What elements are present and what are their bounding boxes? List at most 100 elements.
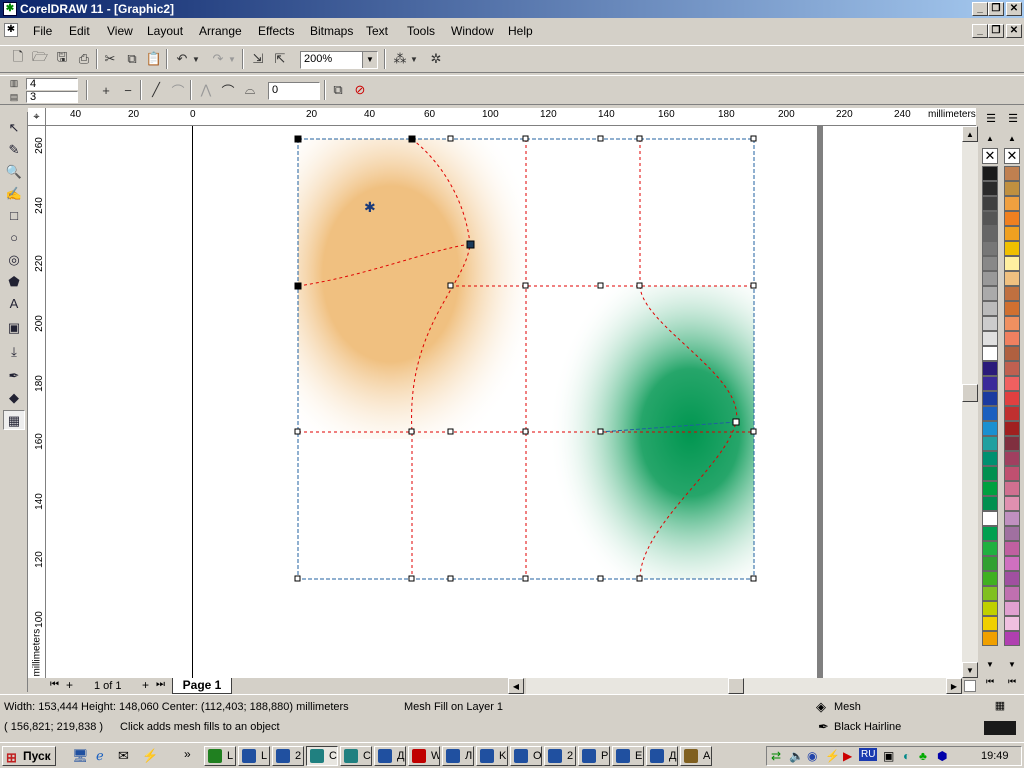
zoom-dropdown-icon[interactable]: ▼ [362,52,377,68]
scroll-left-icon[interactable]: ◀ [508,678,524,694]
menu-tools[interactable]: Tools [407,24,435,38]
color-swatch[interactable] [982,166,998,181]
color-swatch[interactable] [982,541,998,556]
zoom-select[interactable]: 200% ▼ [300,51,378,69]
color-swatch[interactable] [982,226,998,241]
color-swatch[interactable] [982,196,998,211]
freehand-tool-icon[interactable]: ✍ [3,184,25,204]
color-swatch[interactable] [982,466,998,481]
document-icon[interactable]: ✱ [4,23,18,37]
color-swatch[interactable] [1004,406,1020,421]
color-swatch[interactable] [1004,256,1020,271]
to-line-icon[interactable]: ╱ [146,80,166,100]
color-swatch[interactable] [1004,361,1020,376]
mesh-fill-swatch-icon[interactable]: ▦ [984,699,1016,715]
paste-icon[interactable]: 📋 [144,49,164,69]
maximize-button[interactable]: ❐ [988,2,1004,16]
color-swatch[interactable] [1004,166,1020,181]
palette-expand-icon[interactable]: ⏮ [1004,676,1020,688]
color-swatch[interactable] [982,556,998,571]
menu-view[interactable]: View [107,24,133,38]
minimize-button[interactable]: _ [972,2,988,16]
menu-layout[interactable]: Layout [147,24,183,38]
color-swatch[interactable] [1004,211,1020,226]
color-swatch[interactable] [982,361,998,376]
tray-icon[interactable]: ⚡ [825,749,840,763]
vertical-scrollbar[interactable]: ▲ ▼ [962,126,978,678]
curve-smoothness-input[interactable]: 0 [268,82,320,100]
color-swatch[interactable] [982,391,998,406]
color-swatch[interactable] [1004,316,1020,331]
add-page-before-icon[interactable]: + [66,678,73,692]
h-scroll-thumb[interactable] [728,678,744,694]
menu-window[interactable]: Window [451,24,494,38]
start-button[interactable]: ⊞ Пуск [2,746,56,766]
color-swatch[interactable] [982,631,998,646]
cut-icon[interactable]: ✂ [100,49,120,69]
menu-effects[interactable]: Effects [258,24,294,38]
tray-icon[interactable]: ▣ [883,749,894,763]
color-swatch[interactable] [1004,226,1020,241]
color-swatch[interactable] [1004,586,1020,601]
tray-volume-icon[interactable]: 🔈 [789,749,804,763]
palette-up-icon[interactable]: ▲ [1004,134,1020,146]
taskbar-button[interactable]: 2 [544,746,576,766]
color-swatch[interactable] [982,286,998,301]
color-swatch[interactable] [982,496,998,511]
tray-icon[interactable]: ◐ [903,749,910,763]
color-swatch[interactable] [982,451,998,466]
color-swatch[interactable] [982,271,998,286]
clear-mesh-icon[interactable]: ⊘ [350,80,370,100]
menu-help[interactable]: Help [508,24,533,38]
taskbar-button[interactable]: L [204,746,236,766]
export-icon[interactable]: ⇱ [270,49,290,69]
taskbar-button[interactable]: Л [442,746,474,766]
select-all-nodes-icon[interactable]: ⧉ [328,80,348,100]
quicklaunch-ie-icon[interactable]: ℯ [96,748,104,764]
add-page-after-icon[interactable]: + [142,678,149,692]
color-swatch[interactable] [982,421,998,436]
add-nodes-icon[interactable]: + [96,80,116,100]
tray-play-icon[interactable]: ▶ [843,749,852,763]
color-swatch[interactable] [982,316,998,331]
color-swatch[interactable] [1004,421,1020,436]
color-swatch[interactable] [982,601,998,616]
import-icon[interactable]: ⇲ [248,49,268,69]
last-page-icon[interactable]: ⏭ [156,679,165,690]
to-curve-icon[interactable]: ⌒ [168,80,188,100]
interactive-tool-icon[interactable]: ▣ [3,318,25,338]
doc-close-button[interactable]: ✕ [1006,24,1022,38]
first-page-icon[interactable]: ⏮ [50,679,59,690]
taskbar-more-icon[interactable]: » [184,747,191,761]
delete-nodes-icon[interactable]: − [118,80,138,100]
palette-down-icon[interactable]: ▼ [982,660,998,672]
color-swatch[interactable] [1004,556,1020,571]
menu-text[interactable]: Text [366,24,388,38]
copy-icon[interactable]: ⧉ [122,49,142,69]
color-swatch[interactable] [982,526,998,541]
color-swatch[interactable] [1004,511,1020,526]
color-swatch[interactable] [1004,331,1020,346]
symmetric-node-icon[interactable]: ⌓ [240,80,260,100]
color-swatch[interactable] [1004,526,1020,541]
scroll-thumb[interactable] [962,384,978,402]
taskbar-button[interactable]: 2 [272,746,304,766]
color-swatch[interactable] [1004,241,1020,256]
vertical-ruler[interactable]: 260 240 220 200 180 160 140 120 100 mill… [28,126,46,678]
open-icon[interactable]: 🗁 [30,49,50,69]
color-swatch[interactable] [982,616,998,631]
color-swatch[interactable] [1004,376,1020,391]
doc-restore-button[interactable]: ❐ [988,24,1004,38]
shape-tool-icon[interactable]: ✎ [3,140,25,160]
menu-file[interactable]: File [33,24,52,38]
pick-tool-icon[interactable]: ↖ [3,118,25,138]
taskbar-button[interactable]: E [612,746,644,766]
color-swatch[interactable] [1004,466,1020,481]
color-swatch[interactable] [982,571,998,586]
color-swatch[interactable] [1004,616,1020,631]
tray-icon[interactable]: ♣ [919,749,927,763]
taskbar-button[interactable]: C [306,746,338,766]
rectangle-tool-icon[interactable]: □ [3,206,25,226]
color-swatch[interactable] [982,511,998,526]
color-swatch[interactable] [1004,496,1020,511]
